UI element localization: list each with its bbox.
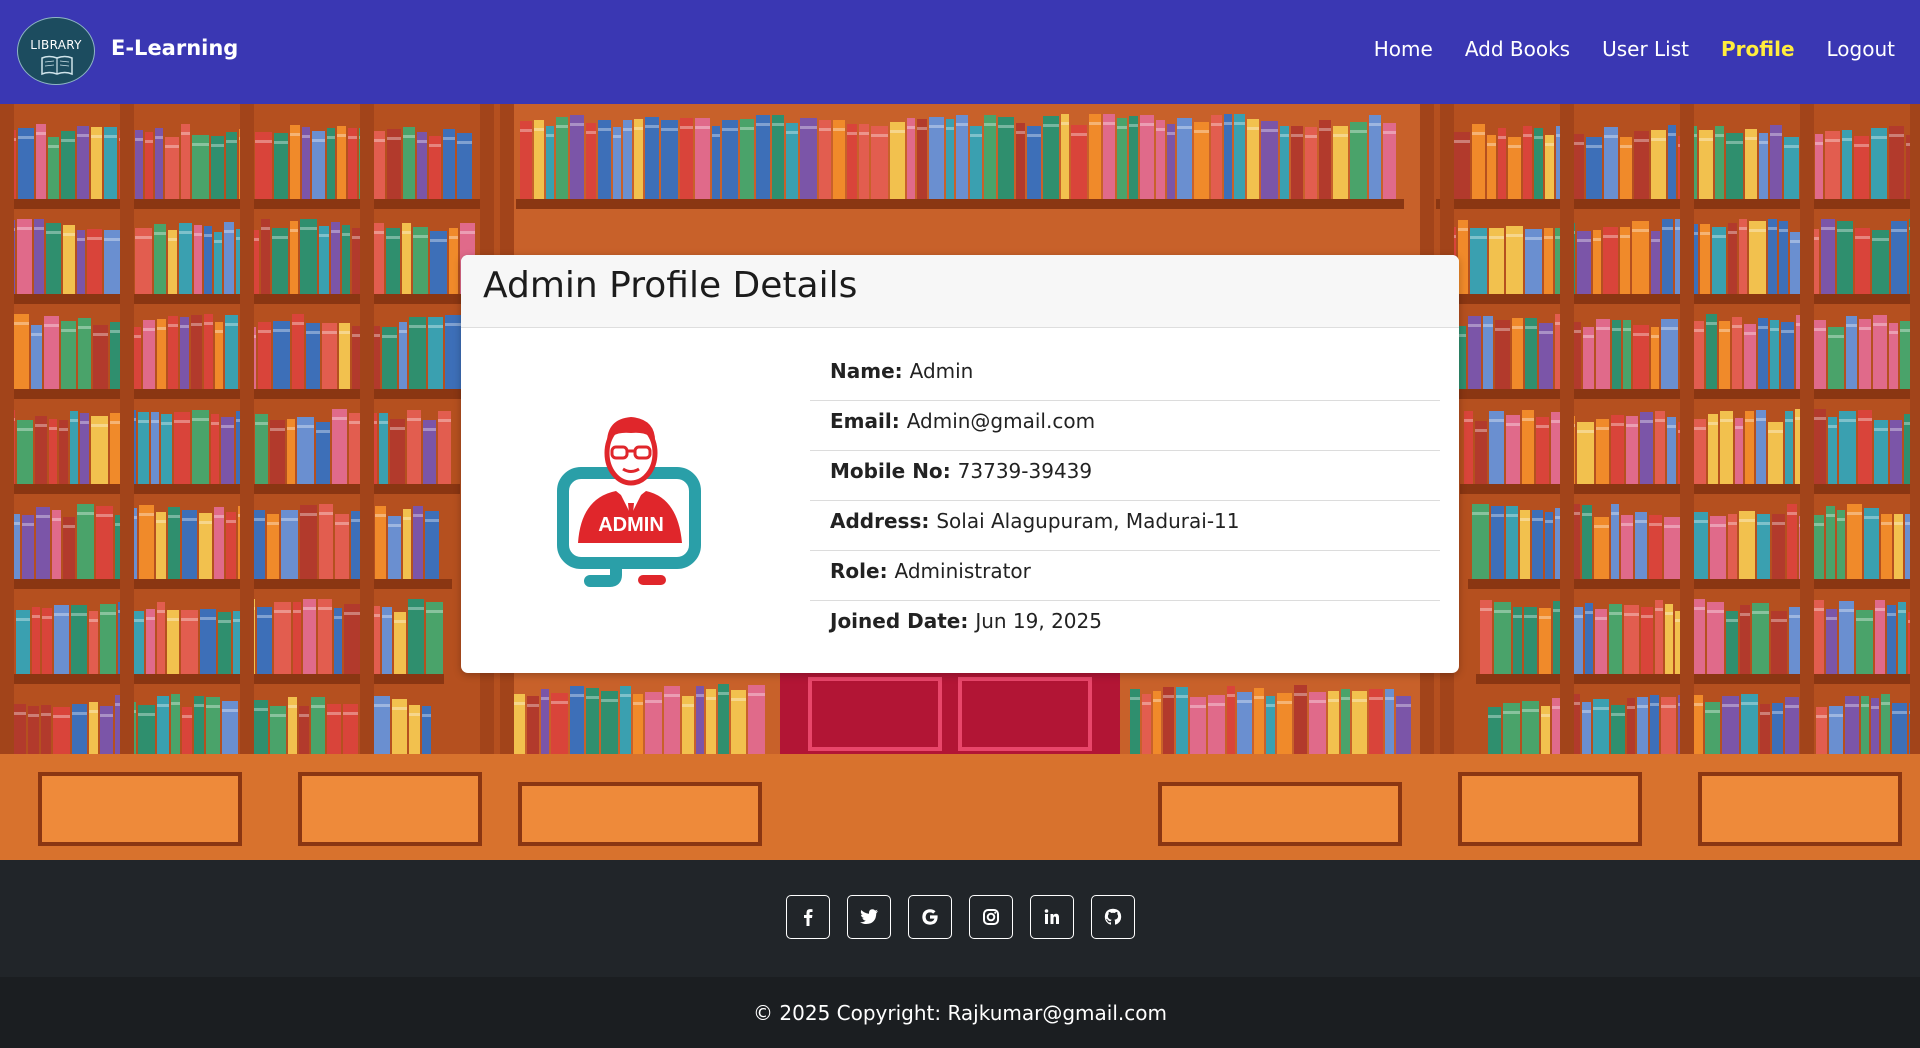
google-icon xyxy=(922,909,938,925)
detail-value: Solai Alagupuram, Madurai-11 xyxy=(936,509,1240,533)
github-icon xyxy=(1104,908,1122,925)
detail-joined-date: Joined Date: Jun 19, 2025 xyxy=(830,609,1102,633)
footer xyxy=(0,860,1920,977)
google-button[interactable] xyxy=(908,895,952,939)
brand-name[interactable]: E-Learning xyxy=(111,36,238,60)
nav-add-books[interactable]: Add Books xyxy=(1465,37,1570,61)
copyright-text: © 2025 Copyright: Rajkumar@gmail.com xyxy=(753,1001,1167,1025)
github-button[interactable] xyxy=(1091,895,1135,939)
nav-profile[interactable]: Profile xyxy=(1721,37,1795,61)
detail-mobile: Mobile No: 73739-39439 xyxy=(810,451,1440,501)
detail-address: Address: Solai Alagupuram, Madurai-11 xyxy=(810,501,1440,551)
detail-value: Administrator xyxy=(894,559,1031,583)
detail-label: Joined Date xyxy=(830,609,961,633)
detail-value: Jun 19, 2025 xyxy=(975,609,1102,633)
logo-text: LIBRARY xyxy=(30,38,82,52)
social-links xyxy=(786,895,1152,939)
detail-value: Admin xyxy=(909,359,974,383)
detail-value: 73739-39439 xyxy=(957,459,1093,483)
twitter-icon xyxy=(860,909,878,924)
instagram-icon xyxy=(983,909,999,925)
detail-label: Email xyxy=(830,409,892,433)
detail-label: Address xyxy=(830,509,922,533)
card-header: Admin Profile Details xyxy=(461,255,1459,328)
linkedin-button[interactable] xyxy=(1030,895,1074,939)
nav-links: Home Add Books User List Profile Logout xyxy=(1342,37,1895,61)
detail-email: Email: Admin@gmail.com xyxy=(810,401,1440,451)
profile-card: Admin Profile Details ADMIN Name: Admin … xyxy=(461,255,1459,673)
admin-avatar-icon: ADMIN xyxy=(557,417,701,587)
book-icon xyxy=(41,55,73,76)
nav-home[interactable]: Home xyxy=(1374,37,1433,61)
nav-logout[interactable]: Logout xyxy=(1827,37,1895,61)
avatar-label: ADMIN xyxy=(598,514,664,536)
detail-label: Mobile No xyxy=(830,459,943,483)
linkedin-icon xyxy=(1044,909,1059,924)
copyright-bar: © 2025 Copyright: Rajkumar@gmail.com xyxy=(0,977,1920,1048)
library-logo[interactable]: LIBRARY xyxy=(17,17,95,85)
detail-label: Name xyxy=(830,359,895,383)
detail-label: Role xyxy=(830,559,880,583)
twitter-button[interactable] xyxy=(847,895,891,939)
detail-role: Role: Administrator xyxy=(810,551,1440,601)
detail-value: Admin@gmail.com xyxy=(906,409,1096,433)
navbar: LIBRARY E-Learning Home Add Books User L… xyxy=(0,0,1920,104)
nav-user-list[interactable]: User List xyxy=(1602,37,1689,61)
instagram-button[interactable] xyxy=(969,895,1013,939)
profile-details: Name: Admin Email: Admin@gmail.com Mobil… xyxy=(810,351,1440,651)
detail-name: Name: Admin xyxy=(810,351,1440,401)
facebook-button[interactable] xyxy=(786,895,830,939)
facebook-icon xyxy=(804,909,813,926)
card-title: Admin Profile Details xyxy=(483,265,858,306)
